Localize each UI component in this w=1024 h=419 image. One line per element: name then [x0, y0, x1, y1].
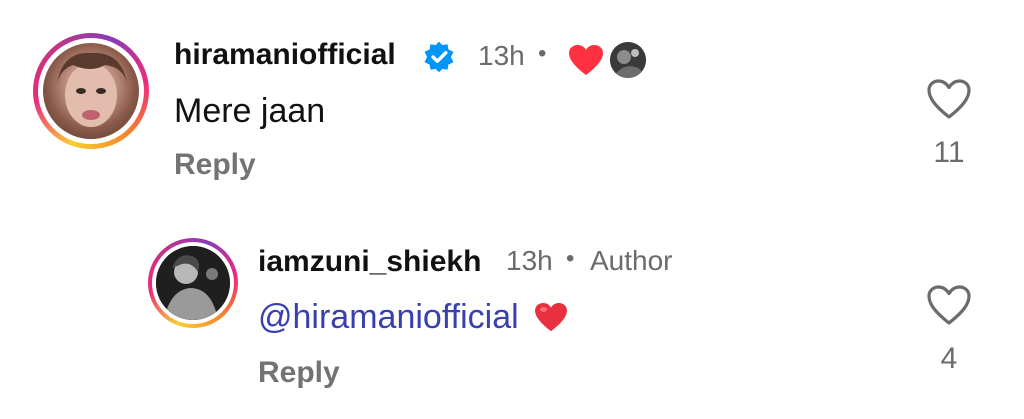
heart-emoji: [534, 302, 568, 332]
like-heart-icon[interactable]: [926, 78, 972, 120]
meta-separator: •: [566, 245, 575, 272]
comment-text: @hiramaniofficial: [258, 298, 568, 337]
meta-separator: •: [538, 40, 547, 67]
reply-button[interactable]: Reply: [174, 148, 256, 182]
like-count: 11: [933, 136, 965, 169]
comment-timestamp: 13h: [478, 40, 525, 71]
avatar[interactable]: [33, 33, 149, 149]
author-badge: Author: [590, 245, 673, 276]
like-heart-icon[interactable]: [926, 284, 972, 326]
avatar[interactable]: [148, 238, 238, 328]
avatar-photo: [156, 246, 230, 320]
reactor-avatar: [610, 42, 646, 78]
comment-timestamp: 13h: [506, 245, 553, 276]
verified-badge-icon: [422, 40, 456, 74]
like-count: 4: [940, 342, 958, 375]
comment-text: Mere jaan: [174, 92, 326, 130]
avatar-photo: [43, 43, 139, 139]
mention-link[interactable]: @hiramaniofficial: [258, 298, 519, 336]
heart-reaction-icon: [568, 44, 604, 76]
comment-username[interactable]: hiramaniofficial: [174, 38, 396, 72]
reply-button[interactable]: Reply: [258, 356, 340, 390]
comment-username[interactable]: iamzuni_shiekh: [258, 245, 481, 279]
